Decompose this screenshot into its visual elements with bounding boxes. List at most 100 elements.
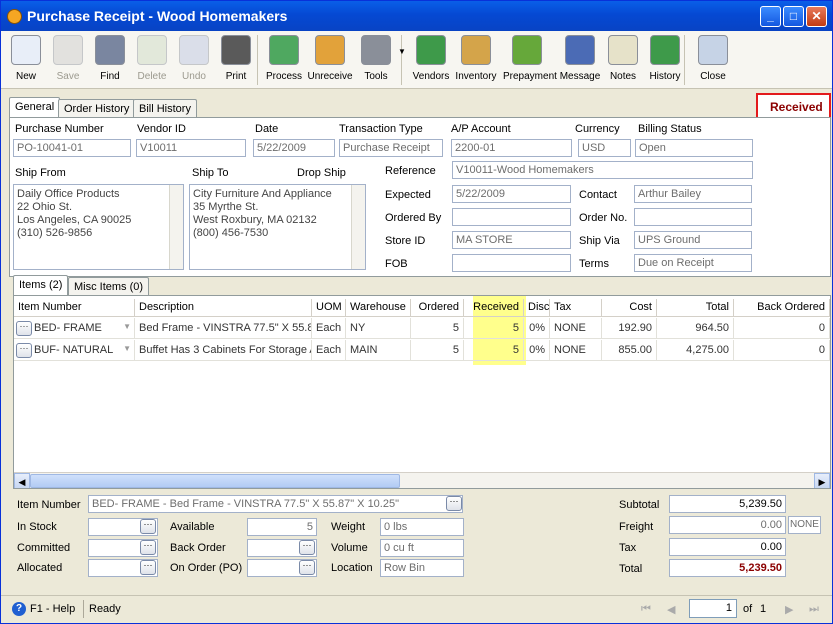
freight-field[interactable]: 0.00 — [669, 516, 786, 534]
item-lookup-ellipsis-icon[interactable]: ··· — [16, 321, 32, 336]
cell-received[interactable]: 5 — [464, 340, 524, 361]
toolbar-history-button[interactable]: History — [641, 35, 689, 87]
cell-description[interactable]: Buffet Has 3 Cabinets For Storage A — [135, 340, 312, 361]
ship-to-address[interactable]: City Furniture And Appliance 35 Myrthe S… — [189, 184, 366, 270]
cell-total[interactable]: 964.50 — [657, 318, 734, 339]
column-uom[interactable]: UOM — [312, 299, 346, 317]
column-back-ordered[interactable]: Back Ordered — [734, 299, 830, 317]
contact-field[interactable]: Arthur Bailey — [634, 185, 752, 203]
vendor-id-field[interactable]: V10011 — [136, 139, 246, 157]
address-scrollbar[interactable] — [169, 185, 183, 269]
tools-dropdown-arrow-icon[interactable]: ▼ — [398, 47, 406, 56]
order-no-field[interactable] — [634, 208, 752, 226]
cell-back-ordered[interactable]: 0 — [734, 340, 830, 361]
toolbar-find-button[interactable]: Find — [86, 35, 134, 87]
fob-field[interactable] — [452, 254, 571, 272]
cell-uom[interactable]: Each — [312, 318, 346, 339]
item-number-field[interactable]: BED- FRAME - Bed Frame - VINSTRA 77.5" X… — [88, 495, 463, 513]
cell-uom[interactable]: Each — [312, 340, 346, 361]
cell-warehouse[interactable]: MAIN — [346, 340, 411, 361]
store-id-field[interactable]: MA STORE — [452, 231, 571, 249]
cell-ordered[interactable]: 5 — [411, 318, 464, 339]
allocated-ellipsis-icon[interactable]: ··· — [140, 560, 156, 575]
tab-bill-history[interactable]: Bill History — [133, 99, 197, 119]
column-total[interactable]: Total — [657, 299, 734, 317]
cell-ordered[interactable]: 5 — [411, 340, 464, 361]
column-received[interactable]: Received — [464, 299, 524, 317]
column-warehouse[interactable]: Warehouse — [346, 299, 411, 317]
cell-total[interactable]: 4,275.00 — [657, 340, 734, 361]
cell-cost[interactable]: 192.90 — [602, 318, 657, 339]
cell-back-ordered[interactable]: 0 — [734, 318, 830, 339]
close-window-button[interactable]: ✕ — [806, 6, 827, 27]
billing-status-field[interactable]: Open — [635, 139, 753, 157]
address-scrollbar[interactable] — [351, 185, 365, 269]
cell-tax[interactable]: NONE — [550, 340, 602, 361]
in-stock-ellipsis-icon[interactable]: ··· — [140, 519, 156, 534]
cell-disc[interactable]: 0% — [524, 318, 550, 339]
cell-cost[interactable]: 855.00 — [602, 340, 657, 361]
toolbar-save-button[interactable]: Save — [44, 35, 92, 87]
tab-items[interactable]: Items (2) — [13, 275, 69, 297]
cell-warehouse[interactable]: NY — [346, 318, 411, 339]
reference-field[interactable]: V10011-Wood Homemakers — [452, 161, 753, 179]
toolbar-prepayment-button[interactable]: Prepayment — [503, 35, 557, 87]
ship-from-address[interactable]: Daily Office Products 22 Ohio St. Los An… — [13, 184, 184, 270]
column-tax[interactable]: Tax — [550, 299, 602, 317]
last-page-icon[interactable]: ⏭ — [809, 603, 819, 616]
tab-misc-items[interactable]: Misc Items (0) — [68, 277, 150, 297]
toolbar-vendors-button[interactable]: Vendors — [407, 35, 455, 87]
chevron-down-icon[interactable]: ▼ — [123, 344, 131, 353]
toolbar-delete-button[interactable]: Delete — [128, 35, 176, 87]
date-field[interactable]: 5/22/2009 — [253, 139, 335, 157]
chevron-down-icon[interactable]: ▼ — [123, 322, 131, 331]
freight-tax-field[interactable]: NONE — [788, 516, 821, 534]
tab-general[interactable]: General — [9, 97, 61, 119]
toolbar-inventory-button[interactable]: Inventory — [452, 35, 500, 87]
toolbar-notes-button[interactable]: Notes — [599, 35, 647, 87]
item-lookup-ellipsis-icon[interactable]: ··· — [16, 343, 32, 358]
cell-received[interactable]: 5 — [464, 318, 524, 339]
back-order-ellipsis-icon[interactable]: ··· — [299, 540, 315, 555]
toolbar-process-button[interactable]: Process — [260, 35, 308, 87]
scroll-left-arrow-icon[interactable]: ◀ — [14, 473, 30, 488]
maximize-button[interactable]: □ — [783, 6, 804, 27]
table-row[interactable]: ··· ▼ BED- FRAME Bed Frame - VINSTRA 77.5" … — [14, 318, 830, 339]
column-disc[interactable]: Disc — [524, 299, 550, 317]
toolbar-close-button[interactable]: Close — [689, 35, 737, 87]
currency-field[interactable]: USD — [578, 139, 631, 157]
next-page-icon[interactable]: ▶ — [785, 603, 793, 616]
transaction-type-field[interactable]: Purchase Receipt — [339, 139, 443, 157]
page-number-input[interactable]: 1 — [689, 599, 737, 618]
terms-field[interactable]: Due on Receipt — [634, 254, 752, 272]
previous-page-icon[interactable]: ◀ — [667, 603, 675, 616]
expected-field[interactable]: 5/22/2009 — [452, 185, 571, 203]
scrollbar-thumb[interactable] — [30, 474, 400, 488]
committed-ellipsis-icon[interactable]: ··· — [140, 540, 156, 555]
on-order-ellipsis-icon[interactable]: ··· — [299, 560, 315, 575]
help-icon[interactable]: ? — [12, 602, 26, 616]
ship-via-field[interactable]: UPS Ground — [634, 231, 752, 249]
cell-item-number[interactable]: ··· ▼ BUF- NATURAL — [14, 340, 135, 361]
column-cost[interactable]: Cost — [602, 299, 657, 317]
scroll-right-arrow-icon[interactable]: ▶ — [814, 473, 830, 488]
cell-description[interactable]: Bed Frame - VINSTRA 77.5" X 55.87 — [135, 318, 312, 339]
column-item-number[interactable]: Item Number — [14, 299, 135, 317]
purchase-number-field[interactable]: PO-10041-01 — [13, 139, 131, 157]
tab-order-history[interactable]: Order History — [58, 99, 136, 119]
first-page-icon[interactable]: ⏮ — [641, 603, 651, 616]
toolbar-undo-button[interactable]: Undo — [170, 35, 218, 87]
cell-item-number[interactable]: ··· ▼ BED- FRAME — [14, 318, 135, 339]
horizontal-scrollbar[interactable]: ◀ ▶ — [14, 472, 830, 488]
toolbar-new-button[interactable]: New — [2, 35, 50, 87]
cell-disc[interactable]: 0% — [524, 340, 550, 361]
toolbar-message-button[interactable]: Message — [556, 35, 604, 87]
toolbar-unreceive-button[interactable]: Unreceive — [306, 35, 354, 87]
toolbar-tools-button[interactable]: Tools — [352, 35, 400, 87]
column-ordered[interactable]: Ordered — [411, 299, 464, 317]
ordered-by-field[interactable] — [452, 208, 571, 226]
item-lookup-ellipsis-icon[interactable]: ··· — [446, 496, 462, 511]
toolbar-print-button[interactable]: Print — [212, 35, 260, 87]
table-row[interactable]: ··· ▼ BUF- NATURAL Buffet Has 3 Cabinets Fo… — [14, 340, 830, 361]
minimize-button[interactable]: _ — [760, 6, 781, 27]
